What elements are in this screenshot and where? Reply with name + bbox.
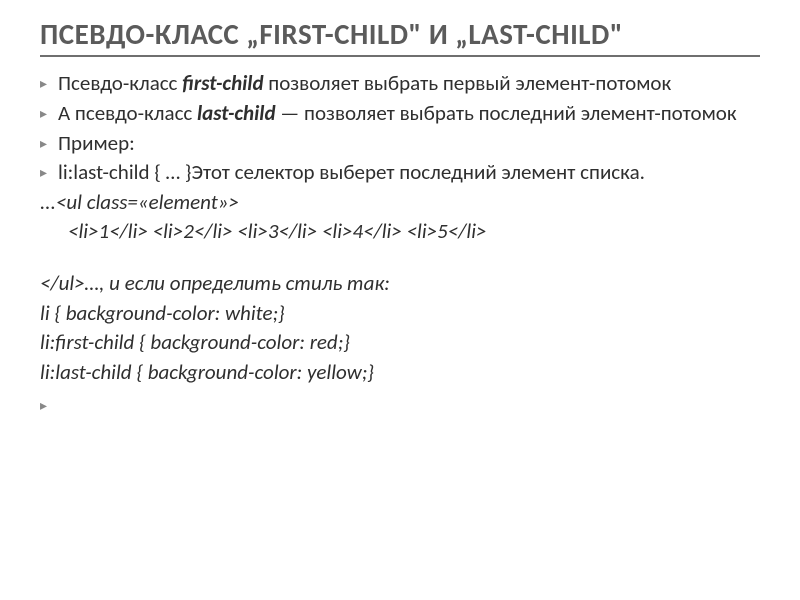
code-line-5: li:first-child { background-color: red;}: [40, 330, 760, 356]
code-line-1: ...<ul class=«element»>: [40, 190, 760, 216]
page-title: ПСЕВДО-КЛАСС „FIRST-CHILD" И „LAST-CHILD…: [40, 18, 760, 57]
bullet-3-text: Пример:: [58, 130, 135, 156]
blank-line: [40, 249, 760, 267]
bullet-item-1: Псевдо-класс first-child позволяет выбра…: [40, 71, 760, 97]
code-line-4: li { background-color: white;}: [40, 301, 760, 327]
bullet-4-text: li:last-child { … }Этот селектор выберет…: [58, 159, 645, 185]
bullet-1-term: first-child: [182, 70, 263, 96]
code-line-3: </ul>…, и если определить стиль так:: [40, 271, 760, 297]
bullet-item-3: Пример:: [40, 131, 760, 157]
bullet-1-post: позволяет выбрать первый элемент-потомок: [264, 70, 672, 96]
bullet-2-pre: А псевдо-класс: [58, 100, 197, 126]
slide: ПСЕВДО-КЛАСС „FIRST-CHILD" И „LAST-CHILD…: [0, 0, 800, 600]
trailing-bullet-icon: [40, 397, 760, 413]
bullet-2-term: last-child: [197, 100, 276, 126]
bullet-1-pre: Псевдо-класс: [58, 70, 182, 96]
bullet-2-post: — позволяет выбрать последний элемент-по…: [276, 100, 737, 126]
bullet-item-4: li:last-child { … }Этот селектор выберет…: [40, 160, 760, 186]
bullet-list: Псевдо-класс first-child позволяет выбра…: [40, 71, 760, 185]
code-line-6: li:last-child { background-color: yellow…: [40, 360, 760, 386]
bullet-item-2: А псевдо-класс last-child — позволяет вы…: [40, 101, 760, 127]
code-line-2: <li>1</li> <li>2</li> <li>3</li> <li>4</…: [68, 219, 760, 245]
